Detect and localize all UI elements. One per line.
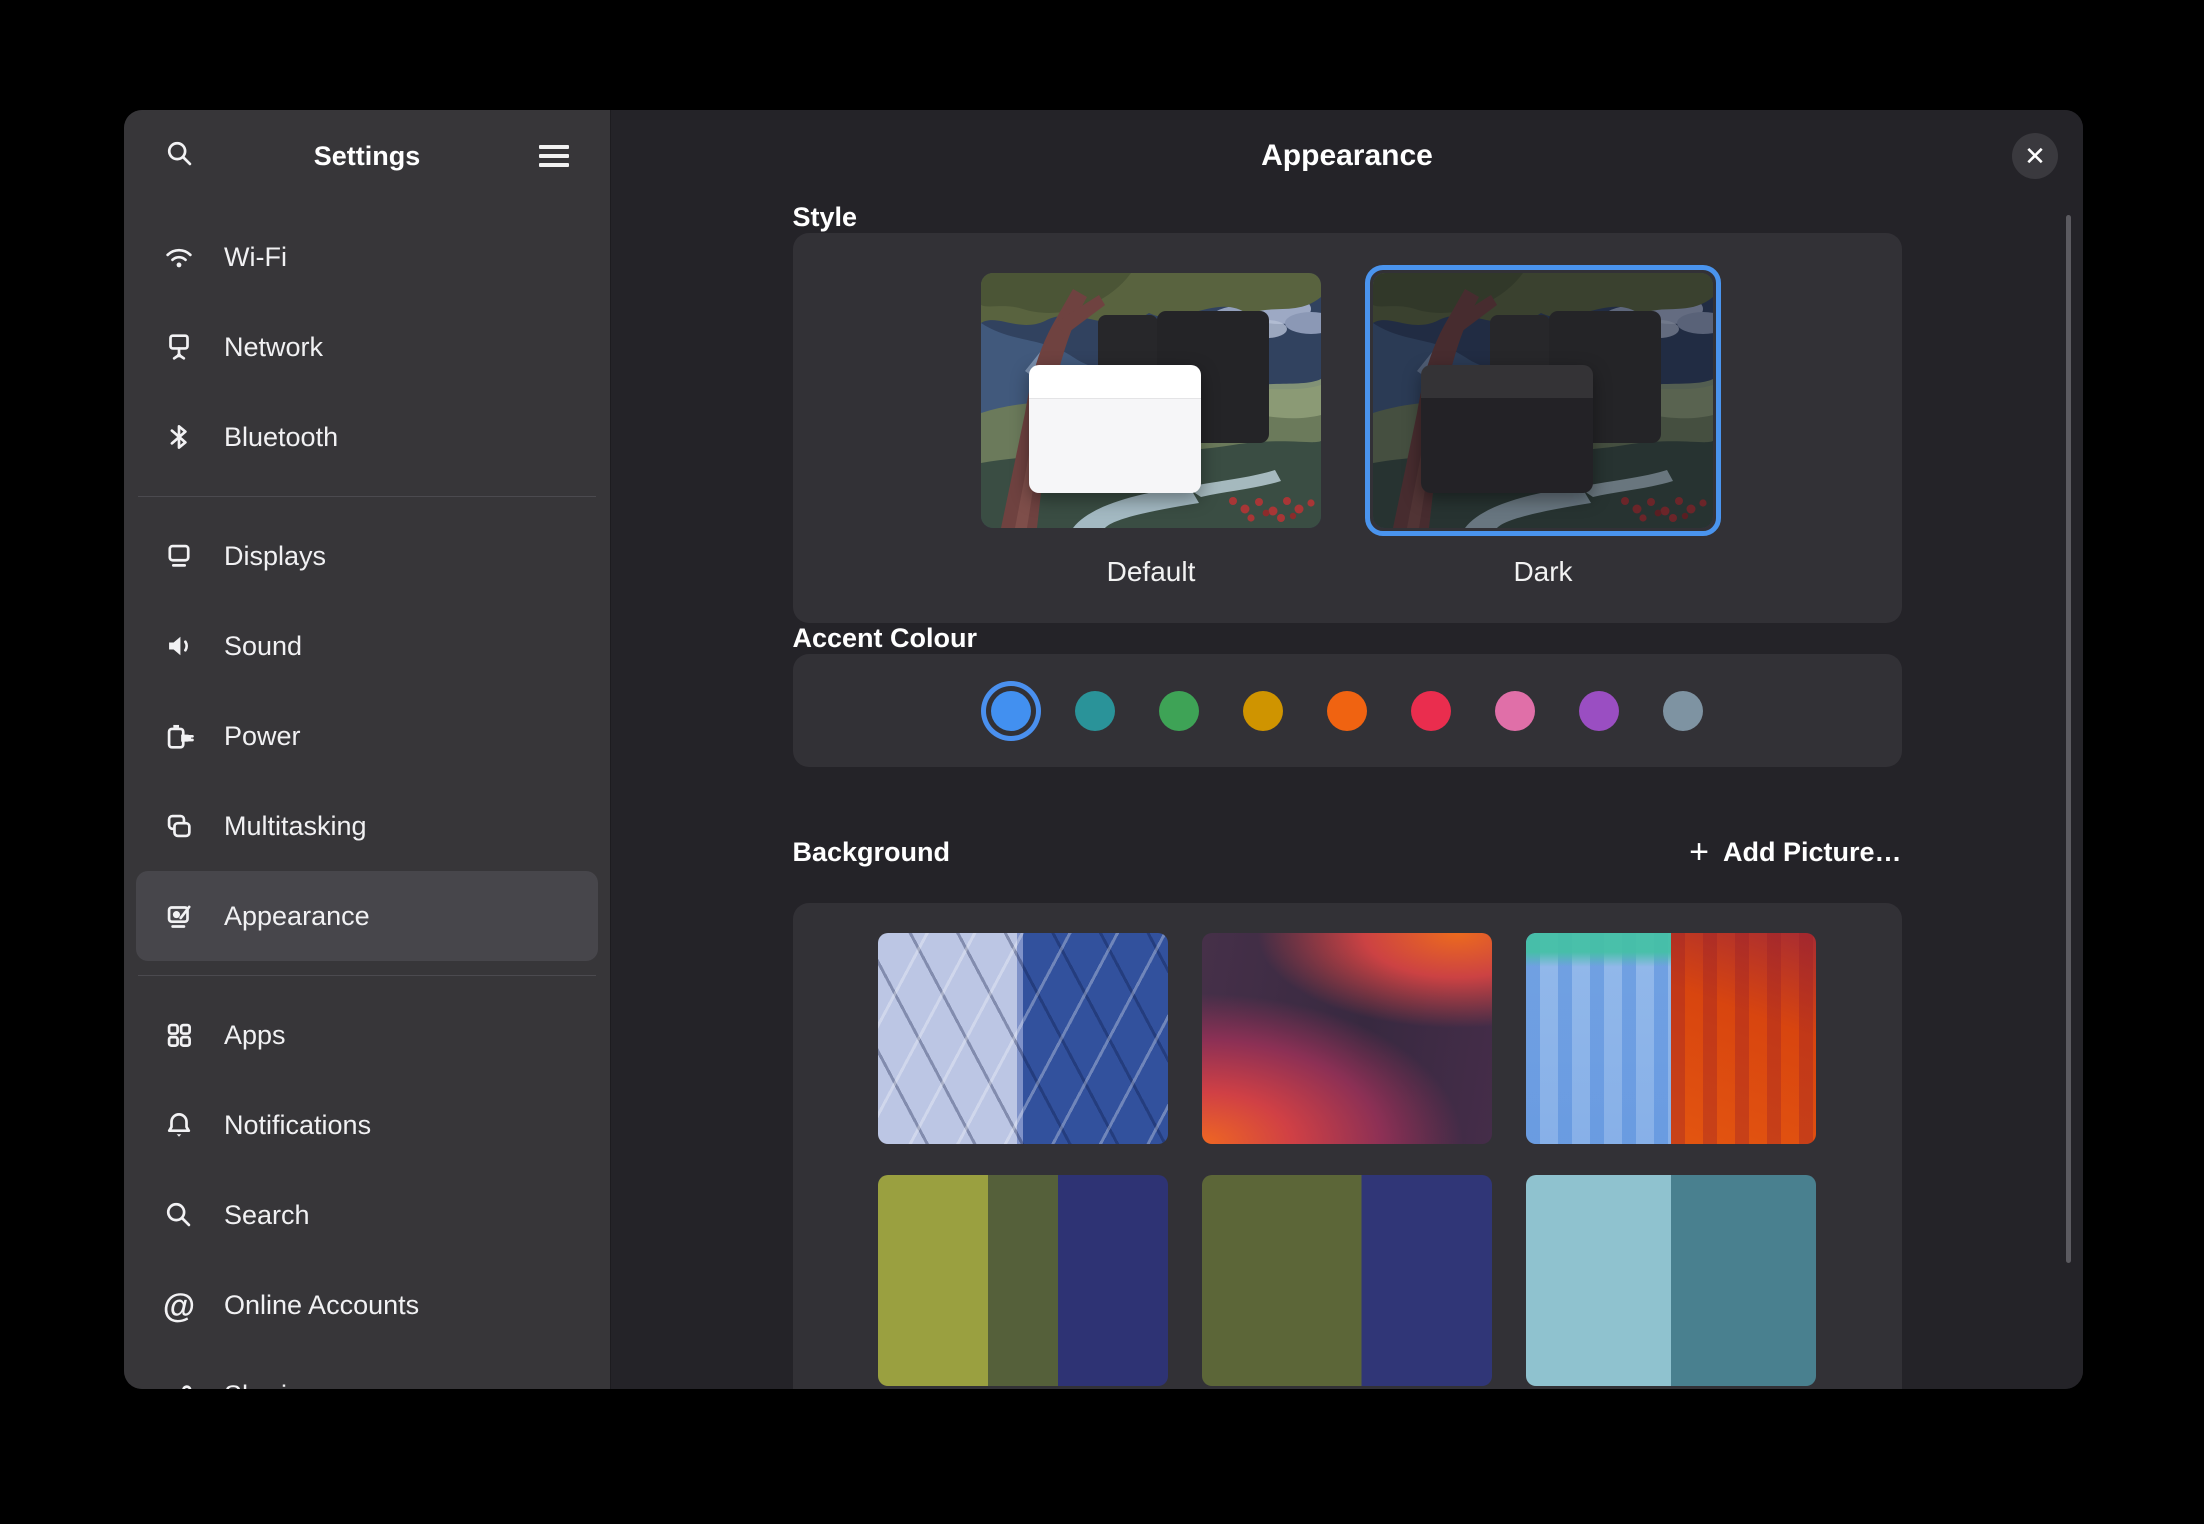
vertical-scrollbar[interactable]	[2066, 215, 2071, 1263]
sidebar-item-sharing[interactable]: Sharing	[136, 1350, 598, 1389]
wallpaper-row	[793, 1175, 1902, 1386]
sidebar-item-label: Power	[224, 721, 301, 752]
accent-dot-pink[interactable]	[1495, 691, 1535, 731]
sidebar-divider	[138, 975, 596, 976]
accent-dot-green[interactable]	[1159, 691, 1199, 731]
wallpaper-thumb-teal-coast[interactable]	[1526, 1175, 1816, 1386]
wallpaper-thumb-olive-night[interactable]	[1202, 1175, 1492, 1386]
sidebar-item-label: Sound	[224, 631, 302, 662]
accent-dot-orange[interactable]	[1327, 691, 1367, 731]
accent-dot-yellow[interactable]	[1243, 691, 1283, 731]
sidebar-header: Settings	[124, 110, 610, 202]
preview-front-window-light	[1029, 365, 1201, 493]
accent-card	[793, 654, 1902, 767]
speaker-icon	[160, 627, 198, 665]
accent-dot-red[interactable]	[1411, 691, 1451, 731]
wallpaper-thumb-red-purple-waves[interactable]	[1202, 933, 1492, 1144]
main-content: Style D	[611, 202, 2083, 1389]
search-icon	[160, 1196, 198, 1234]
sidebar-item-label: Multitasking	[224, 811, 367, 842]
sidebar-item-appearance[interactable]: Appearance	[136, 871, 598, 961]
background-card	[793, 903, 1902, 1389]
share-icon	[160, 1376, 198, 1389]
bluetooth-icon	[160, 418, 198, 456]
windows-overlap-icon	[160, 807, 198, 845]
sidebar-item-power[interactable]: Power	[136, 691, 598, 781]
sidebar-item-network[interactable]: Network	[136, 302, 598, 392]
sidebar-item-multitasking[interactable]: Multitasking	[136, 781, 598, 871]
settings-window: Settings Wi-Fi Network	[124, 110, 2083, 1389]
sidebar-item-label: Search	[224, 1200, 310, 1231]
search-icon	[163, 137, 197, 176]
preview-front-window-dark	[1421, 365, 1593, 493]
accent-heading: Accent Colour	[793, 623, 1902, 654]
sidebar-item-online-accounts[interactable]: @ Online Accounts	[136, 1260, 598, 1350]
sidebar-item-label: Wi-Fi	[224, 242, 287, 273]
wallpaper-thumb-blue-orange-drips[interactable]	[1526, 933, 1816, 1144]
style-dark-frame	[1365, 265, 1721, 536]
sidebar-item-bluetooth[interactable]: Bluetooth	[136, 392, 598, 482]
sidebar-item-apps[interactable]: Apps	[136, 990, 598, 1080]
display-icon	[160, 537, 198, 575]
page-title: Appearance	[1261, 139, 1433, 173]
display-edit-icon	[160, 897, 198, 935]
sidebar-list: Wi-Fi Network Bluetooth Display	[124, 202, 610, 1389]
bell-icon	[160, 1106, 198, 1144]
style-heading: Style	[793, 202, 1902, 233]
wallpaper-row	[793, 933, 1902, 1144]
style-card: Default	[793, 233, 1902, 623]
accent-dot-purple[interactable]	[1579, 691, 1619, 731]
sidebar-item-label: Sharing	[224, 1380, 317, 1390]
sidebar-item-displays[interactable]: Displays	[136, 511, 598, 601]
sidebar-item-notifications[interactable]: Notifications	[136, 1080, 598, 1170]
sidebar-item-label: Displays	[224, 541, 326, 572]
style-default-preview	[981, 273, 1321, 528]
accent-dot-teal[interactable]	[1075, 691, 1115, 731]
grid-icon	[160, 1016, 198, 1054]
plus-icon: +	[1689, 835, 1709, 869]
main-menu-button[interactable]	[532, 134, 576, 178]
sidebar-item-wifi[interactable]: Wi-Fi	[136, 212, 598, 302]
sidebar-item-label: Bluetooth	[224, 422, 338, 453]
background-heading: Background	[793, 837, 951, 868]
sidebar-item-label: Network	[224, 332, 323, 363]
sidebar-item-label: Notifications	[224, 1110, 371, 1141]
search-button[interactable]	[158, 134, 202, 178]
at-icon: @	[160, 1286, 198, 1324]
add-picture-button[interactable]: + Add Picture…	[1689, 835, 1901, 869]
wallpaper-thumb-blue-diamonds[interactable]	[878, 933, 1168, 1144]
sidebar-item-label: Appearance	[224, 901, 370, 932]
battery-icon	[160, 717, 198, 755]
close-icon: ✕	[2024, 143, 2046, 169]
hamburger-menu-icon	[539, 145, 569, 167]
sidebar-item-label: Online Accounts	[224, 1290, 419, 1321]
sidebar-item-label: Apps	[224, 1020, 286, 1051]
wifi-icon	[160, 238, 198, 276]
network-icon	[160, 328, 198, 366]
wallpaper-thumb-green-field[interactable]	[878, 1175, 1168, 1386]
sidebar-title: Settings	[202, 141, 532, 172]
style-dark-preview	[1373, 273, 1713, 528]
accent-dot-slate[interactable]	[1663, 691, 1703, 731]
style-option-label: Dark	[1513, 556, 1572, 588]
add-picture-label: Add Picture…	[1723, 837, 1902, 868]
main-panel: Appearance ✕ Style	[611, 110, 2083, 1389]
accent-dot-blue[interactable]	[991, 691, 1031, 731]
style-default-frame	[973, 265, 1329, 536]
main-header: Appearance ✕	[611, 110, 2083, 202]
style-option-dark[interactable]: Dark	[1365, 265, 1721, 623]
style-option-label: Default	[1107, 556, 1196, 588]
sidebar-divider	[138, 496, 596, 497]
close-button[interactable]: ✕	[2012, 133, 2058, 179]
sidebar: Settings Wi-Fi Network	[124, 110, 611, 1389]
sidebar-item-sound[interactable]: Sound	[136, 601, 598, 691]
sidebar-item-search[interactable]: Search	[136, 1170, 598, 1260]
style-option-default[interactable]: Default	[973, 265, 1329, 623]
